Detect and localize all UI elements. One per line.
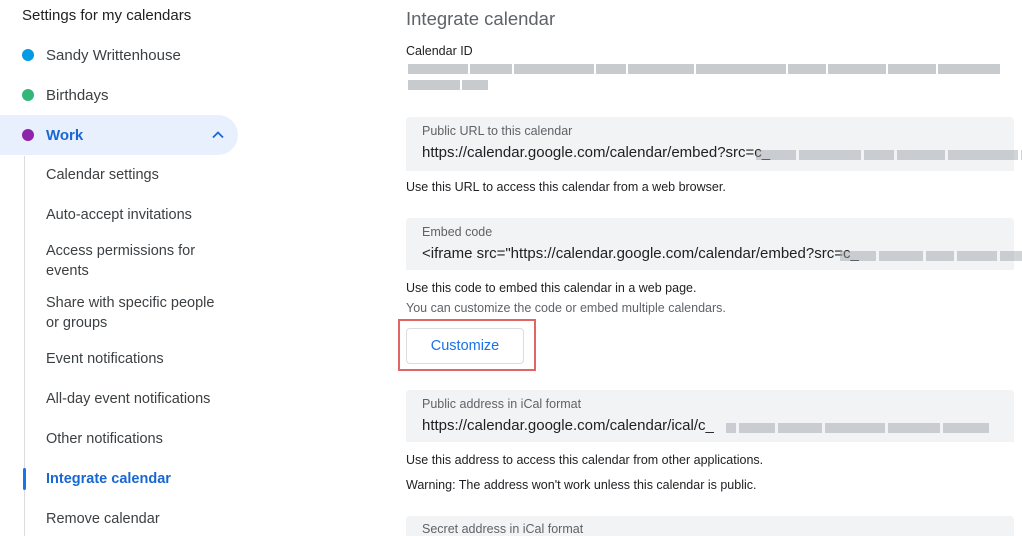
calendar-color-dot <box>22 129 34 141</box>
calendar-color-dot <box>22 89 34 101</box>
calendar-label: Sandy Writtenhouse <box>46 46 181 64</box>
calendar-id-label: Calendar ID <box>406 44 473 58</box>
calendar-label: Birthdays <box>46 86 109 104</box>
sidebar-item-work[interactable]: Work <box>0 115 238 155</box>
field-label: Public URL to this calendar <box>422 124 573 138</box>
sidebar-item-other-notifications[interactable]: Other notifications <box>46 429 236 449</box>
sidebar-item-sandy-writtenhouse[interactable]: Sandy Writtenhouse <box>0 35 238 75</box>
public-ical-warning: Warning: The address won't work unless t… <box>406 478 757 492</box>
sidebar-item-all-day-notifications[interactable]: All-day event notifications <box>46 389 236 409</box>
public-url-value[interactable]: https://calendar.google.com/calendar/emb… <box>422 144 770 161</box>
embed-code-customize-hint: You can customize the code or embed mult… <box>406 301 726 315</box>
redacted-text <box>840 251 1022 261</box>
sidebar-item-calendar-settings[interactable]: Calendar settings <box>46 165 236 185</box>
sidebar-item-access-permissions[interactable]: Access permissions for events <box>46 241 216 281</box>
active-indicator <box>23 468 26 490</box>
sidebar-heading: Settings for my calendars <box>22 7 192 24</box>
field-label: Secret address in iCal format <box>422 522 584 536</box>
public-url-field[interactable]: Public URL to this calendar https://cale… <box>406 117 1022 171</box>
integrate-calendar-panel: Integrate calendar Calendar ID Public UR… <box>398 0 1022 536</box>
field-label: Embed code <box>422 225 493 239</box>
calendar-id-value-redacted <box>408 80 488 90</box>
embed-code-help: Use this code to embed this calendar in … <box>406 281 697 295</box>
calendar-id-value-redacted <box>408 64 1000 74</box>
calendar-color-dot <box>22 49 34 61</box>
chevron-up-icon[interactable] <box>210 127 226 143</box>
sidebar-item-integrate-calendar[interactable]: Integrate calendar <box>46 469 236 489</box>
sidebar-item-remove-calendar[interactable]: Remove calendar <box>46 509 236 529</box>
redacted-text <box>726 423 989 433</box>
customize-button[interactable]: Customize <box>406 328 524 364</box>
calendar-label: Work <box>46 126 84 144</box>
embed-code-value[interactable]: <iframe src="https://calendar.google.com… <box>422 245 859 262</box>
sidebar-item-auto-accept[interactable]: Auto-accept invitations <box>46 205 236 225</box>
embed-code-field[interactable]: Embed code <iframe src="https://calendar… <box>406 218 1022 270</box>
public-url-help: Use this URL to access this calendar fro… <box>406 180 726 194</box>
sidebar-item-share-specific[interactable]: Share with specific people or groups <box>46 293 226 333</box>
redacted-text <box>756 150 1022 160</box>
page-title: Integrate calendar <box>406 8 556 29</box>
sidebar-item-event-notifications[interactable]: Event notifications <box>46 349 236 369</box>
field-label: Public address in iCal format <box>422 397 582 411</box>
public-ical-value[interactable]: https://calendar.google.com/calendar/ica… <box>422 417 714 434</box>
secret-ical-field[interactable]: Secret address in iCal format <box>406 516 1014 536</box>
public-ical-field[interactable]: Public address in iCal format https://ca… <box>406 390 1014 442</box>
settings-sidebar: Settings for my calendars Sandy Writtenh… <box>0 0 240 536</box>
sidebar-item-birthdays[interactable]: Birthdays <box>0 75 238 115</box>
public-ical-help: Use this address to access this calendar… <box>406 453 764 467</box>
